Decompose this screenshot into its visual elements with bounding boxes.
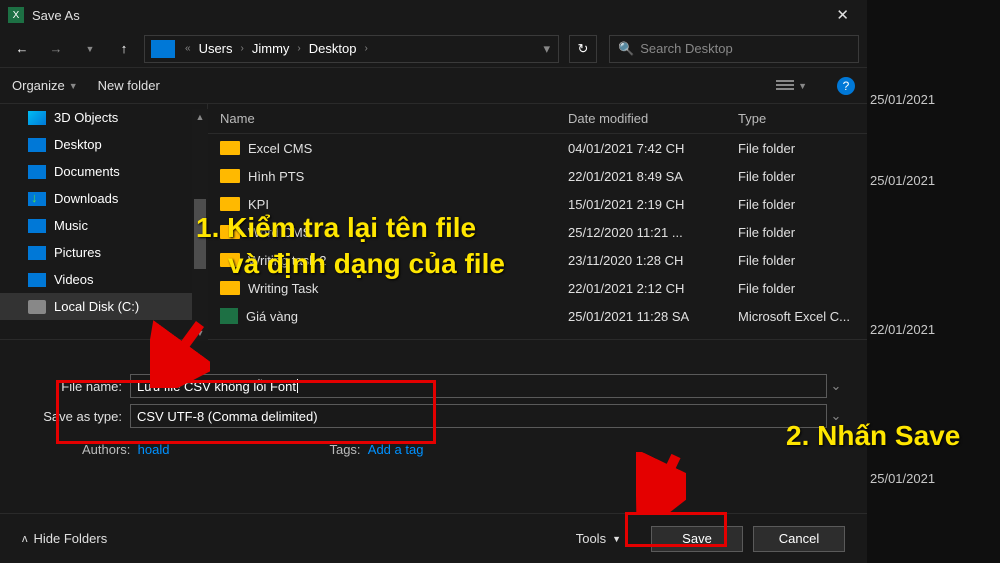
downloads-icon (28, 192, 46, 206)
sidebar-item-desktop[interactable]: Desktop (0, 131, 207, 158)
pictures-icon (28, 246, 46, 260)
folder-icon (220, 225, 240, 239)
nav-bar: ← → ▼ ↑ « Users › Jimmy › Desktop › ▾ ↻ … (0, 30, 867, 68)
file-row[interactable]: Excel CMS04/01/2021 7:42 CHFile folder (208, 134, 867, 162)
sidebar-item-downloads[interactable]: Downloads (0, 185, 207, 212)
sidebar-item-local-disk-c[interactable]: Local Disk (C:) (0, 293, 207, 320)
dialog-footer: ʌ Hide Folders Tools ▼ Save Cancel (0, 513, 867, 563)
music-icon (28, 219, 46, 233)
folder-icon (220, 281, 240, 295)
file-row[interactable]: Writing Task22/01/2021 2:12 CHFile folde… (208, 274, 867, 302)
search-input[interactable]: 🔍 Search Desktop (609, 35, 859, 63)
tags-value[interactable]: Add a tag (368, 442, 424, 457)
pc-icon (151, 40, 175, 58)
chevron-right-icon: › (293, 43, 304, 54)
window-title: Save As (32, 8, 80, 23)
crumb-users[interactable]: Users (195, 41, 237, 56)
sidebar-item-videos[interactable]: Videos (0, 266, 207, 293)
documents-icon (28, 165, 46, 179)
column-header-type[interactable]: Type (738, 111, 867, 126)
help-icon[interactable]: ? (837, 77, 855, 95)
chevron-down-icon: ▼ (798, 81, 807, 91)
file-row[interactable]: KPI15/01/2021 2:19 CHFile folder (208, 190, 867, 218)
recent-dropdown[interactable]: ▼ (76, 35, 104, 63)
scroll-thumb[interactable] (194, 199, 206, 269)
scroll-up-icon[interactable]: ▲ (192, 109, 208, 125)
column-header-date[interactable]: Date modified (568, 111, 738, 126)
forward-button[interactable]: → (42, 35, 70, 63)
file-list: Name Date modified Type Excel CMS04/01/2… (208, 104, 867, 339)
crumb-dropdown-icon[interactable]: ▾ (535, 41, 558, 57)
desktop-icon (28, 138, 46, 152)
chevron-left-icon: « (181, 43, 195, 54)
sidebar-item-3d-objects[interactable]: 3D Objects (0, 104, 207, 131)
authors-value[interactable]: hoald (138, 442, 170, 457)
up-button[interactable]: ↑ (110, 35, 138, 63)
file-name-label: File name: (22, 379, 130, 394)
sidebar-item-documents[interactable]: Documents (0, 158, 207, 185)
cancel-button[interactable]: Cancel (753, 526, 845, 552)
organize-menu[interactable]: Organize▼ (12, 78, 78, 93)
file-row[interactable]: Giá vàng25/01/2021 11:28 SAMicrosoft Exc… (208, 302, 867, 330)
tools-menu[interactable]: Tools ▼ (576, 531, 621, 546)
sidebar-item-pictures[interactable]: Pictures (0, 239, 207, 266)
disk-icon (28, 300, 46, 314)
save-type-dropdown-icon[interactable]: ⌄ (827, 408, 845, 424)
excel-file-icon (220, 308, 238, 324)
save-type-label: Save as type: (22, 409, 130, 424)
authors-label: Authors: (82, 442, 130, 457)
column-header-name[interactable]: Name (208, 111, 568, 126)
chevron-down-icon: ▼ (612, 534, 621, 544)
back-button[interactable]: ← (8, 35, 36, 63)
excel-app-icon: X (8, 7, 24, 23)
backdrop-date: 25/01/2021 (870, 153, 990, 208)
hide-folders-button[interactable]: ʌ Hide Folders (22, 531, 107, 546)
save-type-select[interactable]: CSV UTF-8 (Comma delimited) (130, 404, 827, 428)
view-mode-button[interactable]: ▼ (776, 80, 807, 92)
chevron-right-icon: › (360, 43, 371, 54)
view-icon (776, 80, 794, 92)
scroll-down-icon[interactable]: ▼ (192, 325, 208, 341)
sidebar: 3D Objects Desktop Documents Downloads M… (0, 104, 208, 339)
backdrop-date: 25/01/2021 (870, 451, 990, 506)
sidebar-item-music[interactable]: Music (0, 212, 207, 239)
file-row[interactable]: Word CMS25/12/2020 11:21 ...File folder (208, 218, 867, 246)
search-placeholder: Search Desktop (640, 41, 733, 56)
crumb-jimmy[interactable]: Jimmy (248, 41, 294, 56)
chevron-down-icon: ▼ (69, 81, 78, 91)
breadcrumb[interactable]: « Users › Jimmy › Desktop › ▾ (144, 35, 559, 63)
backdrop-date: 25/01/2021 (870, 72, 990, 127)
sidebar-scrollbar[interactable]: ▲ ▼ (192, 109, 208, 341)
folder-icon (220, 141, 240, 155)
title-bar: X Save As ✕ (0, 0, 867, 30)
save-form: File name: Lưu file CSV không lỗi Font ⌄… (0, 340, 867, 469)
save-as-dialog: X Save As ✕ ← → ▼ ↑ « Users › Jimmy › De… (0, 0, 867, 563)
folder-icon (220, 169, 240, 183)
tags-label: Tags: (329, 442, 360, 457)
new-folder-button[interactable]: New folder (98, 78, 160, 93)
crumb-desktop[interactable]: Desktop (305, 41, 361, 56)
file-row[interactable]: Writing task 223/11/2020 1:28 CHFile fol… (208, 246, 867, 274)
toolbar: Organize▼ New folder ▼ ? (0, 68, 867, 104)
search-icon: 🔍 (618, 41, 634, 57)
file-name-input[interactable]: Lưu file CSV không lỗi Font (130, 374, 827, 398)
videos-icon (28, 273, 46, 287)
backdrop-date: 22/01/2021 (870, 302, 990, 357)
save-button[interactable]: Save (651, 526, 743, 552)
close-icon[interactable]: ✕ (826, 6, 859, 24)
chevron-right-icon: › (237, 43, 248, 54)
folder-icon (220, 197, 240, 211)
chevron-up-icon: ʌ (22, 533, 28, 545)
3d-objects-icon (28, 111, 46, 125)
file-row[interactable]: Hình PTS22/01/2021 8:49 SAFile folder (208, 162, 867, 190)
file-name-dropdown-icon[interactable]: ⌄ (827, 378, 845, 394)
folder-icon (220, 253, 240, 267)
refresh-button[interactable]: ↻ (569, 35, 597, 63)
